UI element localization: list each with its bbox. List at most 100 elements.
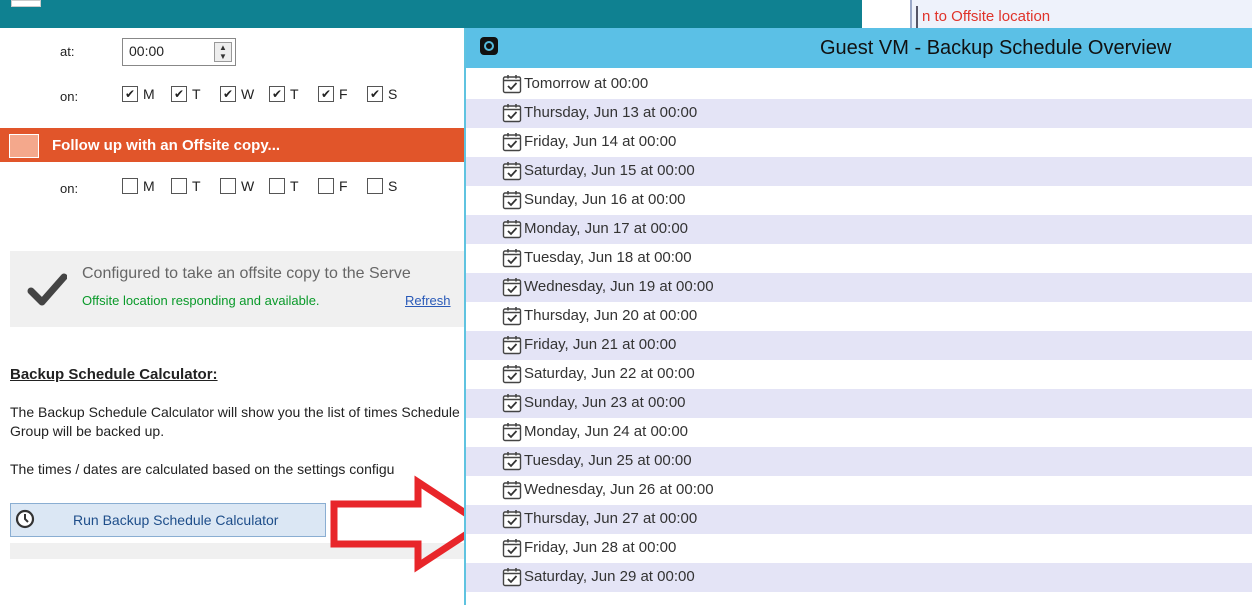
schedule-checkbox[interactable]: ✔	[269, 86, 285, 102]
calendar-check-icon	[502, 162, 522, 181]
offsite-status-panel: Configured to take an offsite copy to th…	[10, 251, 470, 327]
offsite-day-label: S	[388, 178, 398, 194]
calendar-check-icon	[502, 423, 522, 442]
offsite-day-label: T	[192, 178, 201, 194]
calendar-check-icon	[502, 510, 522, 529]
schedule-list-item[interactable]: Wednesday, Jun 19 at 00:00	[466, 273, 1252, 302]
schedule-day-0[interactable]: ✔ M	[122, 86, 171, 102]
offsite-checkbox[interactable]	[122, 178, 138, 194]
schedule-day-label: T	[290, 86, 299, 102]
calculator-description: The Backup Schedule Calculator will show…	[10, 404, 460, 439]
schedule-day-1[interactable]: ✔ T	[171, 86, 220, 102]
schedule-item-label: Tuesday, Jun 25 at 00:00	[524, 452, 692, 469]
offsite-checkbox[interactable]	[220, 178, 236, 194]
schedule-item-label: Thursday, Jun 27 at 00:00	[524, 510, 698, 527]
run-calculator-button[interactable]: Run Backup Schedule Calculator	[10, 503, 326, 537]
schedule-list-item[interactable]: Saturday, Jun 29 at 00:00	[466, 563, 1252, 592]
schedule-list-item[interactable]: Monday, Jun 24 at 00:00	[466, 418, 1252, 447]
schedule-item-label: Saturday, Jun 22 at 00:00	[524, 365, 695, 382]
schedule-list-item[interactable]: Wednesday, Jun 26 at 00:00	[466, 476, 1252, 505]
schedule-list-item[interactable]: Friday, Jun 14 at 00:00	[466, 128, 1252, 157]
at-label: at:	[60, 44, 75, 59]
calendar-check-icon	[502, 307, 522, 326]
offsite-checkbox[interactable]	[171, 178, 187, 194]
offsite-checkbox[interactable]	[367, 178, 383, 194]
schedule-days: ✔ M ✔ T ✔ W ✔ T ✔ F ✔ S	[122, 86, 416, 102]
schedule-list-item[interactable]: Tomorrow at 00:00	[466, 70, 1252, 99]
schedule-day-label: S	[388, 86, 398, 102]
offsite-header: Follow up with an Offsite copy...	[0, 128, 470, 162]
offsite-on-label: on:	[60, 181, 79, 196]
schedule-list-item[interactable]: Sunday, Jun 23 at 00:00	[466, 389, 1252, 418]
schedule-list-item[interactable]: Thursday, Jun 27 at 00:00	[466, 505, 1252, 534]
calendar-check-icon	[502, 336, 522, 355]
schedule-day-5[interactable]: ✔ S	[367, 86, 416, 102]
schedule-checkbox[interactable]: ✔	[318, 86, 334, 102]
schedule-day-label: M	[143, 86, 155, 102]
schedule-item-label: Saturday, Jun 15 at 00:00	[524, 162, 695, 179]
offsite-day-label: T	[290, 178, 299, 194]
schedule-list-item[interactable]: Tuesday, Jun 18 at 00:00	[466, 244, 1252, 273]
schedule-day-4[interactable]: ✔ F	[318, 86, 367, 102]
right-strip-text: n to Offsite location	[922, 8, 1051, 25]
window-titlebar[interactable]: Guest VM - Backup Schedule Overview	[466, 28, 1252, 68]
schedule-checkbox[interactable]: ✔	[122, 86, 138, 102]
offsite-day-4[interactable]: F	[318, 178, 367, 194]
schedule-day-label: T	[192, 86, 201, 102]
offsite-day-1[interactable]: T	[171, 178, 220, 194]
backup-header-bar	[0, 0, 862, 28]
refresh-link[interactable]: Refresh	[405, 293, 451, 308]
time-value: 00:00	[129, 43, 165, 59]
offsite-days: MTWTFS	[122, 178, 416, 194]
checkmark-icon	[27, 273, 67, 306]
schedule-list-item[interactable]: Monday, Jun 17 at 00:00	[466, 215, 1252, 244]
calendar-check-icon	[502, 394, 522, 413]
calendar-grid-icon	[9, 134, 39, 158]
schedule-item-label: Thursday, Jun 20 at 00:00	[524, 307, 698, 324]
schedule-list-item[interactable]: Saturday, Jun 15 at 00:00	[466, 157, 1252, 186]
schedule-checkbox[interactable]: ✔	[171, 86, 187, 102]
schedule-list-item[interactable]: Thursday, Jun 13 at 00:00	[466, 99, 1252, 128]
offsite-day-label: F	[339, 178, 348, 194]
schedule-day-3[interactable]: ✔ T	[269, 86, 318, 102]
schedule-item-label: Saturday, Jun 29 at 00:00	[524, 568, 695, 585]
offsite-day-3[interactable]: T	[269, 178, 318, 194]
offsite-day-2[interactable]: W	[220, 178, 269, 194]
run-calculator-label: Run Backup Schedule Calculator	[73, 512, 279, 528]
schedule-day-2[interactable]: ✔ W	[220, 86, 269, 102]
offsite-day-5[interactable]: S	[367, 178, 416, 194]
offsite-checkbox[interactable]	[269, 178, 285, 194]
schedule-list-item[interactable]: Thursday, Jun 20 at 00:00	[466, 302, 1252, 331]
offsite-day-0[interactable]: M	[122, 178, 171, 194]
schedule-list: Tomorrow at 00:00 Thursday, Jun 13 at 00:…	[466, 70, 1252, 592]
offsite-header-text: Follow up with an Offsite copy...	[52, 137, 281, 154]
schedule-list-item[interactable]: Sunday, Jun 16 at 00:00	[466, 186, 1252, 215]
status-line-1: Configured to take an offsite copy to th…	[82, 265, 411, 282]
schedule-list-item[interactable]: Tuesday, Jun 25 at 00:00	[466, 447, 1252, 476]
calendar-icon	[11, 0, 41, 7]
calendar-check-icon	[502, 191, 522, 210]
calendar-check-icon	[502, 104, 522, 123]
time-input[interactable]: 00:00 ▲ ▼	[122, 38, 236, 66]
schedule-day-label: F	[339, 86, 348, 102]
time-spinner[interactable]: ▲ ▼	[214, 42, 232, 62]
schedule-item-label: Sunday, Jun 23 at 00:00	[524, 394, 686, 411]
offsite-day-label: M	[143, 178, 155, 194]
calendar-check-icon	[502, 278, 522, 297]
calendar-check-icon	[502, 249, 522, 268]
calendar-check-icon	[502, 481, 522, 500]
schedule-list-item[interactable]: Friday, Jun 21 at 00:00	[466, 331, 1252, 360]
schedule-item-label: Friday, Jun 28 at 00:00	[524, 539, 677, 556]
schedule-checkbox[interactable]: ✔	[367, 86, 383, 102]
schedule-checkbox[interactable]: ✔	[220, 86, 236, 102]
status-line-2: Offsite location responding and availabl…	[82, 293, 320, 308]
offsite-checkbox[interactable]	[318, 178, 334, 194]
calculator-title: Backup Schedule Calculator:	[10, 366, 218, 383]
schedule-list-item[interactable]: Friday, Jun 28 at 00:00	[466, 534, 1252, 563]
schedule-item-label: Wednesday, Jun 26 at 00:00	[524, 481, 714, 498]
schedule-list-item[interactable]: Saturday, Jun 22 at 00:00	[466, 360, 1252, 389]
schedule-item-label: Sunday, Jun 16 at 00:00	[524, 191, 686, 208]
schedule-item-label: Tuesday, Jun 18 at 00:00	[524, 249, 692, 266]
schedule-day-label: W	[241, 86, 255, 102]
divider	[916, 6, 918, 28]
